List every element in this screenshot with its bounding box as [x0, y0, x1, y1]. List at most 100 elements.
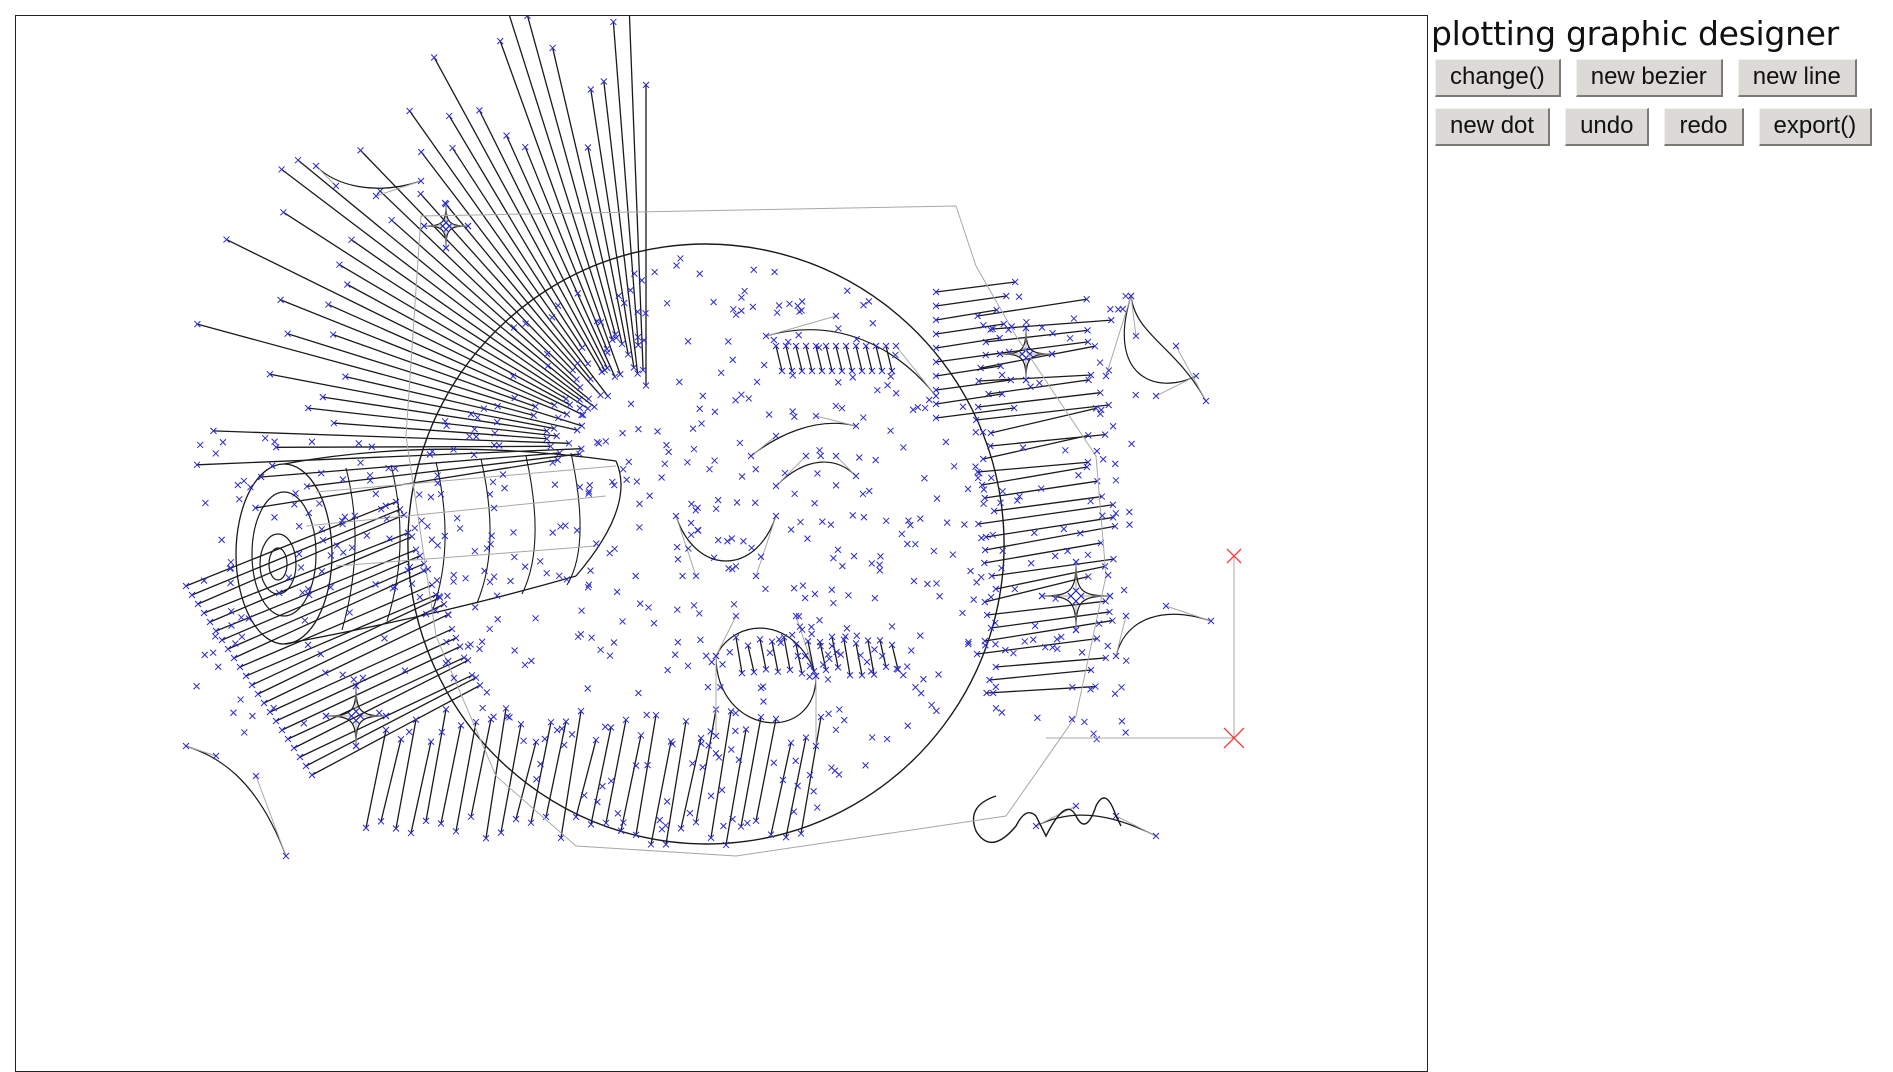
control-point	[992, 683, 1000, 691]
control-point	[743, 819, 751, 827]
control-point	[607, 777, 615, 785]
control-point	[357, 459, 364, 467]
control-point	[201, 651, 209, 659]
control-point	[878, 652, 886, 660]
control-point	[663, 798, 671, 805]
control-point	[1122, 292, 1130, 300]
control-point	[408, 580, 416, 588]
undo-button[interactable]: undo	[1565, 108, 1650, 146]
control-point	[781, 469, 789, 477]
speed-line	[978, 374, 1091, 382]
control-point	[363, 532, 371, 539]
control-point	[437, 490, 445, 498]
control-point	[692, 572, 700, 580]
control-point	[975, 469, 983, 477]
control-point	[603, 349, 611, 356]
control-point	[562, 395, 570, 403]
control-point	[687, 519, 695, 527]
control-point	[1034, 714, 1041, 722]
control-point	[336, 261, 343, 269]
control-point	[752, 465, 760, 473]
control-point	[834, 546, 842, 554]
control-point	[396, 506, 404, 513]
new-dot-button[interactable]: new dot	[1435, 108, 1551, 146]
control-point	[892, 342, 900, 350]
new-bezier-button[interactable]: new bezier	[1575, 59, 1723, 97]
control-point	[1202, 397, 1210, 405]
control-handle	[1115, 605, 1212, 657]
control-point	[699, 392, 707, 400]
eyelash	[845, 345, 853, 372]
control-point	[1030, 529, 1038, 537]
control-point	[658, 825, 666, 833]
control-point	[694, 526, 701, 534]
control-point	[375, 709, 383, 717]
control-point	[810, 787, 817, 795]
control-point	[1172, 342, 1180, 350]
redo-button[interactable]: redo	[1664, 108, 1744, 146]
control-point	[206, 618, 214, 626]
control-point	[301, 617, 309, 624]
control-point	[188, 591, 196, 599]
control-point	[791, 413, 798, 421]
telescope-ring	[566, 452, 581, 586]
drawing-canvas[interactable]	[15, 15, 1428, 1072]
control-point	[989, 531, 997, 539]
control-point	[339, 671, 347, 679]
control-point	[290, 744, 298, 752]
control-point	[711, 408, 719, 416]
control-point	[544, 362, 552, 370]
control-point	[760, 361, 768, 369]
control-point	[584, 405, 592, 412]
eyelash	[885, 345, 893, 372]
control-point	[738, 473, 746, 480]
control-point	[863, 658, 871, 666]
control-point	[248, 681, 256, 689]
control-point	[520, 737, 527, 745]
change-button[interactable]: change()	[1435, 59, 1561, 97]
control-point	[802, 452, 810, 460]
control-point	[1072, 802, 1080, 810]
control-point	[688, 500, 695, 508]
control-point	[623, 476, 630, 484]
control-point	[899, 444, 907, 451]
export-button[interactable]: export()	[1758, 108, 1873, 146]
control-point	[741, 287, 748, 295]
control-point	[704, 683, 712, 691]
control-point	[770, 759, 778, 767]
control-point	[806, 673, 814, 681]
control-point	[417, 148, 425, 156]
control-point	[808, 630, 816, 638]
control-point	[576, 404, 584, 412]
control-point	[440, 600, 448, 608]
drawing-svg[interactable]	[16, 16, 1426, 1070]
control-point	[910, 577, 918, 585]
burst-curve	[1115, 613, 1212, 657]
speed-line	[935, 337, 1000, 349]
control-point	[507, 577, 514, 585]
control-point	[278, 726, 286, 734]
control-point	[855, 454, 863, 461]
control-point	[445, 112, 453, 120]
control-point	[448, 625, 456, 633]
control-point	[736, 439, 744, 447]
control-point	[1027, 559, 1035, 567]
teeth-line	[771, 641, 779, 672]
control-point	[687, 531, 695, 539]
control-point	[1152, 392, 1160, 400]
control-point	[645, 604, 652, 611]
control-point	[825, 710, 832, 718]
speed-line	[976, 638, 1098, 655]
control-point	[218, 636, 226, 644]
new-line-button[interactable]: new line	[1737, 59, 1857, 97]
control-point	[494, 615, 502, 623]
control-point	[853, 632, 861, 640]
telescope-lens	[268, 547, 288, 581]
control-point	[357, 147, 364, 154]
control-point	[224, 645, 232, 653]
control-point	[865, 487, 873, 495]
control-point	[832, 452, 840, 460]
control-point	[576, 483, 584, 491]
speed-line	[391, 219, 581, 388]
control-point	[635, 689, 642, 697]
